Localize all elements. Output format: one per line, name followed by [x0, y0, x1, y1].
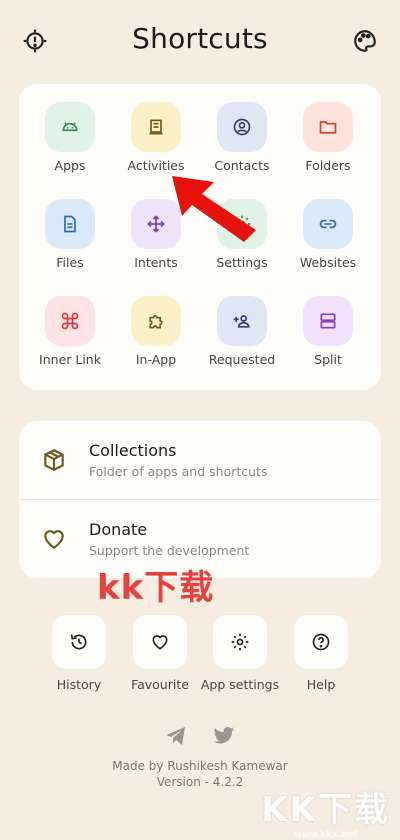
split-icon — [303, 296, 353, 346]
twitter-icon[interactable] — [212, 724, 236, 748]
gear-icon — [231, 633, 249, 651]
link-icon — [303, 199, 353, 249]
activity-icon — [131, 102, 181, 152]
history-icon — [70, 634, 87, 650]
puzzle-icon — [131, 296, 181, 346]
grid-item-websites[interactable]: Websites — [283, 181, 373, 270]
favourite-button[interactable] — [133, 615, 187, 669]
grid-item-label: Split — [314, 352, 342, 367]
help-icon — [312, 633, 330, 651]
app-settings-button[interactable] — [213, 615, 267, 669]
grid-item-split[interactable]: Split — [283, 278, 373, 367]
list-item-subtitle: Support the development — [89, 543, 250, 558]
grid-item-folders[interactable]: Folders — [283, 84, 373, 173]
palette-icon[interactable] — [352, 28, 378, 54]
collections-row[interactable]: Collections Folder of apps and shortcuts — [19, 421, 381, 500]
watermark-corner: KK下载 www.kkx.net — [261, 782, 390, 840]
menu-list: Collections Folder of apps and shortcuts… — [19, 421, 381, 578]
file-icon — [45, 199, 95, 249]
credit-text: Made by Rushikesh Kamewar — [112, 759, 288, 773]
command-icon — [45, 296, 95, 346]
contact-icon — [217, 102, 267, 152]
page-title: Shortcuts — [132, 22, 268, 55]
help-label: Help — [306, 677, 336, 692]
folder-icon — [303, 102, 353, 152]
box-icon — [41, 447, 67, 473]
grid-item-label: Folders — [305, 158, 351, 173]
watermark-corner-text: KK下载 — [261, 790, 390, 830]
watermark-text: kk下载 — [97, 568, 215, 608]
list-item-title: Collections — [89, 441, 177, 460]
history-button[interactable] — [52, 615, 106, 669]
heart-icon — [41, 526, 67, 552]
person-add-icon — [217, 296, 267, 346]
list-item-subtitle: Folder of apps and shortcuts — [89, 464, 268, 479]
top-bar: Shortcuts — [0, 0, 400, 84]
list-item-title: Donate — [89, 520, 148, 539]
help-button[interactable] — [294, 615, 348, 669]
android-icon — [45, 102, 95, 152]
telegram-icon[interactable] — [164, 724, 188, 748]
grid-item-label: Websites — [299, 255, 357, 270]
heart-icon — [152, 635, 168, 650]
red-arrow-annotation — [172, 176, 256, 242]
